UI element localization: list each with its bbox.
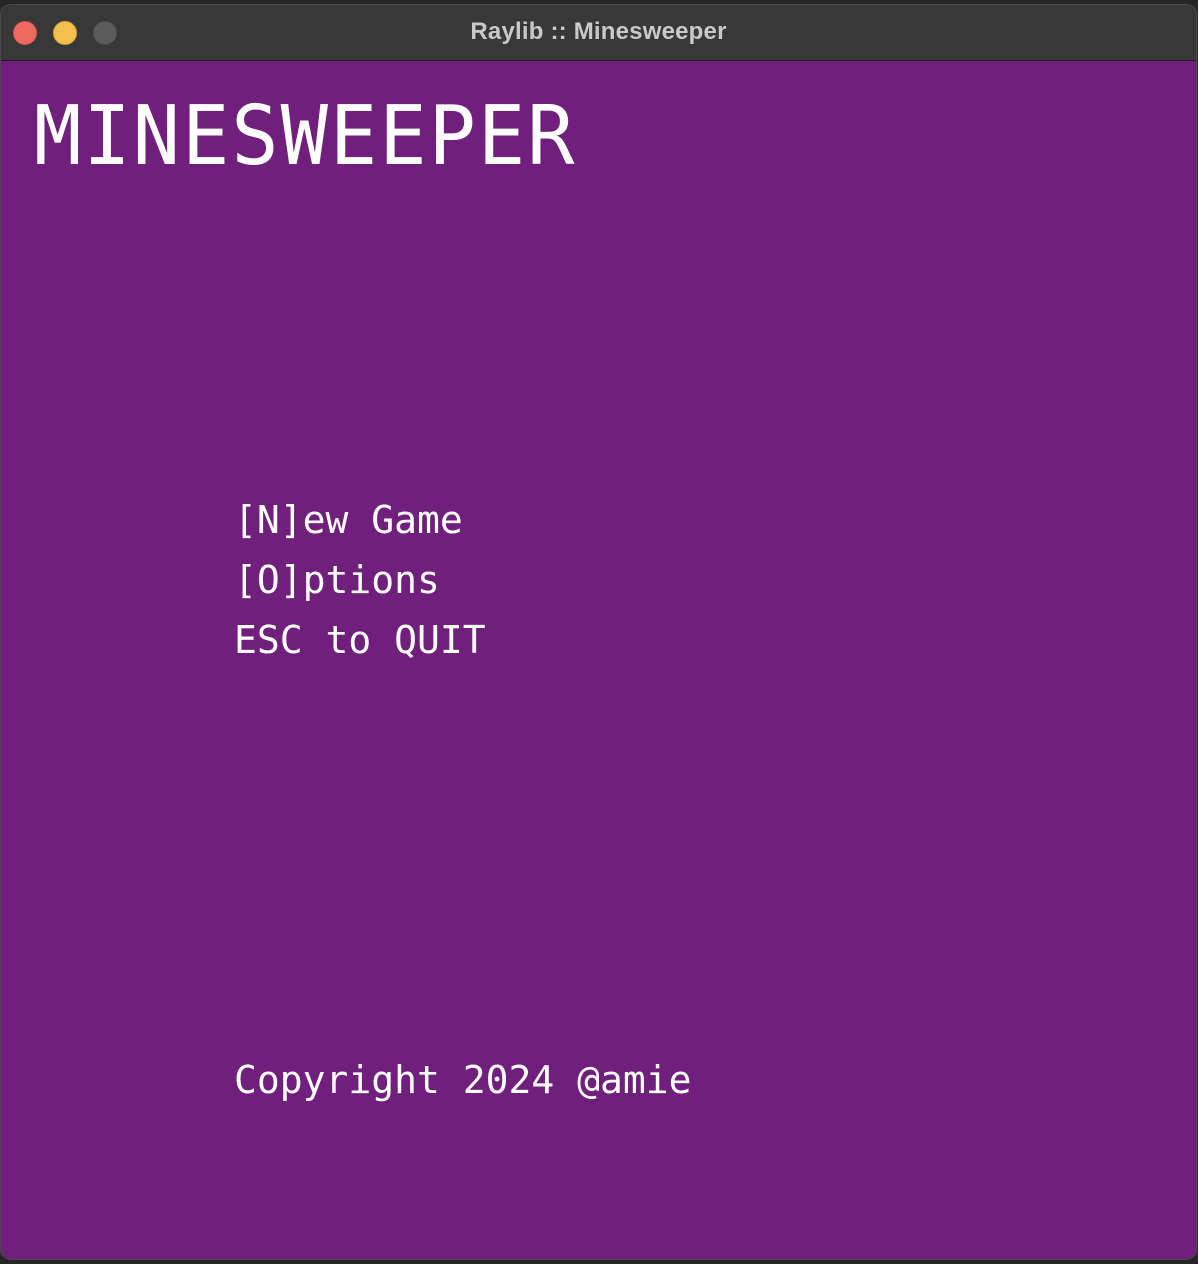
game-canvas[interactable]: MINESWEEPER [N]ew Game [O]ptions ESC to … xyxy=(1,61,1196,1259)
window-titlebar[interactable]: Raylib :: Minesweeper xyxy=(1,5,1196,61)
window-title: Raylib :: Minesweeper xyxy=(470,18,727,45)
menu-options[interactable]: [O]ptions xyxy=(234,559,440,601)
game-window: Raylib :: Minesweeper MINESWEEPER [N]ew … xyxy=(0,4,1197,1260)
menu-quit-hint: ESC to QUIT xyxy=(234,618,486,662)
menu-new-game[interactable]: [N]ew Game xyxy=(234,499,463,541)
copyright-text: Copyright 2024 @amie xyxy=(234,1058,692,1102)
game-title: MINESWEEPER xyxy=(34,89,577,184)
